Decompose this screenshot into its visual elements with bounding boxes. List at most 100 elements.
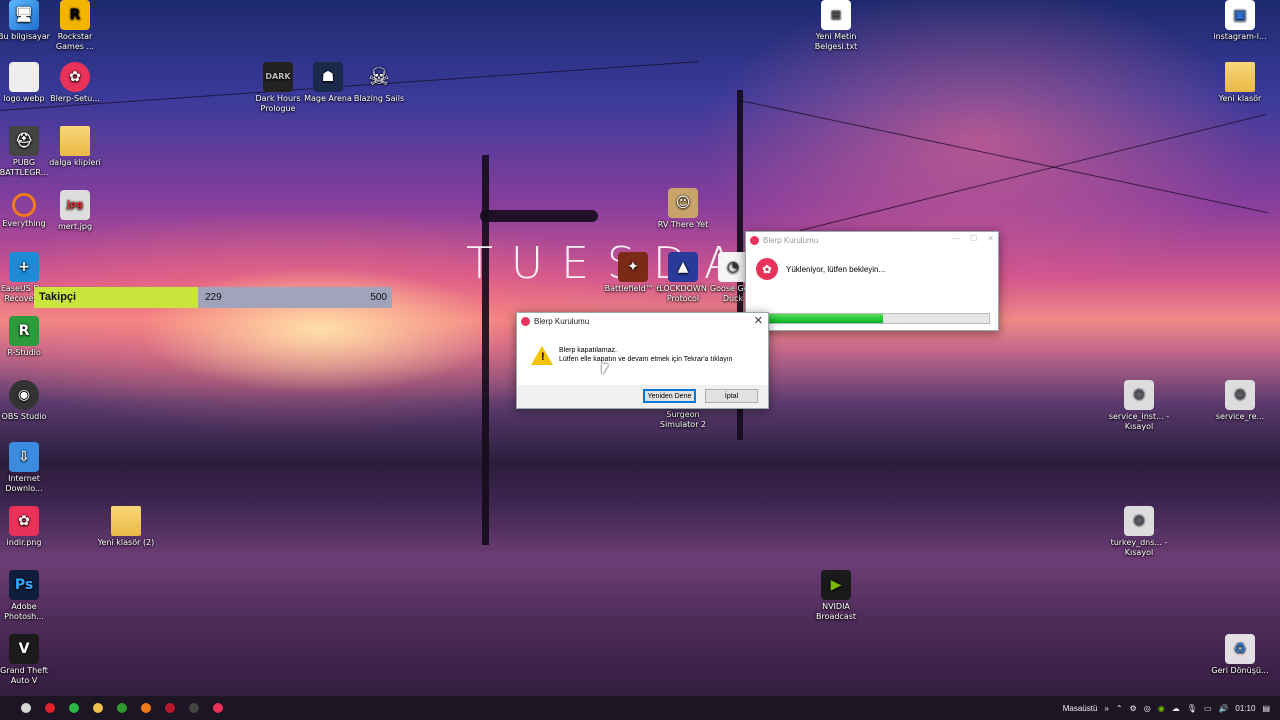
desktop-icon[interactable]: ✿ indir.png — [0, 506, 56, 548]
dialog-title: Blerp Kurulumu — [534, 316, 590, 326]
desktop-icon-label: Rockstar Games ... — [55, 32, 95, 51]
blerp-icon — [521, 316, 530, 326]
desktop-icon-label: service_re... — [1215, 412, 1265, 421]
dark-hours-icon: DARK — [263, 62, 293, 92]
computer-icon: 🖥 — [9, 0, 39, 30]
blerp-taskbar-icon[interactable] — [206, 696, 230, 720]
recycle-bin-icon: ♻ — [1225, 634, 1255, 664]
desktop-icon-label: indir.png — [6, 538, 42, 547]
desktop-icon[interactable]: ♻ Geri Dönüşü... — [1208, 634, 1272, 676]
cloud-tray-icon[interactable]: ☁ — [1172, 704, 1180, 713]
pubg-icon: ⛑ — [9, 126, 39, 156]
opera-icon[interactable] — [38, 696, 62, 720]
toolbar-chevron-icon[interactable]: » — [1104, 704, 1108, 713]
install-progress-fill — [769, 314, 884, 323]
app-red-icon[interactable] — [158, 696, 182, 720]
file-explorer-icon[interactable] — [86, 696, 110, 720]
search-app-icon[interactable] — [134, 696, 158, 720]
desktop-icon[interactable]: jpg mert.jpg — [43, 190, 107, 232]
blerp-setup-icon: ✿ — [60, 62, 90, 92]
start-icon[interactable] — [14, 696, 38, 720]
install-progress-bar — [768, 313, 990, 324]
desktop-icon[interactable]: ⚙ turkey_dns... - Kısayol — [1107, 506, 1171, 558]
desktop-icon[interactable]: R R-Studio — [0, 316, 56, 358]
taskbar-icon-shape — [165, 703, 175, 713]
close-icon[interactable]: ✕ — [754, 314, 763, 327]
folder-icon — [1225, 62, 1255, 92]
desktop-icon[interactable]: ⚙ service_inst... - Kısayol — [1107, 380, 1171, 432]
nvidia-tray-icon[interactable]: ◉ — [1158, 704, 1165, 713]
taskbar-icon-shape — [117, 703, 127, 713]
desktop-icon-label: Blerp-Setu... — [50, 94, 100, 103]
notification-icon[interactable]: ▤ — [1262, 704, 1270, 713]
text-file-icon: ≡ — [821, 0, 851, 30]
dialog-titlebar[interactable]: Blerp Kurulumu — [517, 313, 768, 329]
everything-search-icon — [12, 193, 36, 217]
system-tray: Masaüstü » ⌃ ⚙ ◎ ◉ ☁ 🎙 ▭ 🔊 01:10 ▤ — [1063, 696, 1270, 720]
maximize-icon[interactable]: ☐ — [970, 234, 977, 243]
desktop-icon-label: OBS Studio — [1, 412, 47, 421]
rstudio-icon: R — [9, 316, 39, 346]
minimize-icon[interactable]: — — [952, 234, 960, 243]
cancel-button[interactable]: İptal — [705, 389, 758, 403]
volume-icon[interactable]: 🔊 — [1218, 704, 1228, 713]
desktop-icon[interactable]: ▶ NVIDIA Broadcast — [804, 570, 868, 622]
desktop-icon[interactable]: ▣ instagram-l... — [1208, 0, 1272, 42]
whatsapp-icon[interactable] — [62, 696, 86, 720]
desktop-icon[interactable]: ⚙ service_re... — [1208, 380, 1272, 422]
desktop-icon-label: Geri Dönüşü... — [1211, 666, 1269, 675]
desktop-icon[interactable]: R Rockstar Games ... — [43, 0, 107, 52]
shortcut-icon: ⚙ — [1124, 380, 1154, 410]
settings-tray-icon[interactable]: ⚙ — [1130, 704, 1137, 713]
dialog-message-line2: Lütfen elle kapatın ve devam etmek için … — [559, 356, 733, 363]
follower-count: 229 — [205, 292, 222, 303]
network-tray-icon[interactable]: ◎ — [1144, 704, 1151, 713]
rockstar-icon: R — [60, 0, 90, 30]
desktop-icon-label: mert.jpg — [57, 222, 93, 231]
desktop-icon[interactable]: ☺ RV There Yet — [651, 188, 715, 230]
wallpaper-reflection — [0, 460, 1280, 696]
clock[interactable]: 01:10 — [1235, 704, 1255, 713]
desktop-icon[interactable]: ☠ Blazing Sails — [347, 62, 411, 104]
desktop-icon[interactable]: ≡ Yeni Metin Belgesi.txt — [804, 0, 868, 52]
folder-icon — [60, 126, 90, 156]
folder-icon — [111, 506, 141, 536]
taskbar-icon-shape — [213, 703, 223, 713]
taskbar-icon-shape — [93, 703, 103, 713]
image-file-icon — [9, 62, 39, 92]
desktop-icon[interactable]: ◉ OBS Studio — [0, 380, 56, 422]
follower-goal: 500 — [370, 292, 387, 303]
desktop-icon[interactable]: V Grand Theft Auto V — [0, 634, 56, 686]
window-controls: — ☐ ✕ — [952, 234, 994, 243]
shortcut-icon: ⚙ — [1124, 506, 1154, 536]
street-lamp — [480, 210, 598, 222]
installer-progress-window[interactable]: Blerp Kurulumu — ☐ ✕ ✿ Yükleniyor, lütfe… — [745, 231, 999, 331]
retry-button[interactable]: Yeniden Dene — [643, 389, 696, 403]
desktop-icon-label: Grand Theft Auto V — [0, 666, 48, 685]
network-icon[interactable]: ▭ — [1204, 704, 1212, 713]
desktop-icon[interactable]: Yeni klasör — [1208, 62, 1272, 104]
error-dialog[interactable]: Blerp Kurulumu ✕ ! Blerp kapatılamaz. Lü… — [516, 312, 769, 409]
close-icon[interactable]: ✕ — [987, 234, 994, 243]
instagram-file-icon: ▣ — [1225, 0, 1255, 30]
shortcut-icon: ⚙ — [1225, 380, 1255, 410]
desktop-icon-label: instagram-l... — [1213, 32, 1267, 41]
mage-arena-icon: ☗ — [313, 62, 343, 92]
mouse-cursor — [602, 364, 609, 375]
desktop-icon-label: R-Studio — [7, 348, 41, 357]
desktop-icon[interactable]: Yeni klasör (2) — [94, 506, 158, 548]
desktop-icon[interactable]: dalga klipleri — [43, 126, 107, 168]
chevron-up-icon[interactable]: ⌃ — [1116, 704, 1123, 713]
lockdown-icon: ▲ — [668, 252, 698, 282]
xbox-icon[interactable] — [110, 696, 134, 720]
obs-taskbar-icon[interactable] — [182, 696, 206, 720]
desktop-toolbar-label[interactable]: Masaüstü — [1063, 704, 1098, 713]
blerp-icon — [750, 235, 759, 245]
desktop-icon[interactable]: ⇩ Internet Downlo... — [0, 442, 56, 494]
taskbar-icon-shape — [189, 703, 199, 713]
desktop-icon[interactable]: Ps Adobe Photosh... — [0, 570, 56, 622]
desktop-icon[interactable]: ✿ Blerp-Setu... — [43, 62, 107, 104]
microphone-icon[interactable]: 🎙 — [1187, 704, 1197, 713]
follower-goal-widget: Takipçi 229 500 — [34, 287, 392, 308]
png-file-icon: ✿ — [9, 506, 39, 536]
